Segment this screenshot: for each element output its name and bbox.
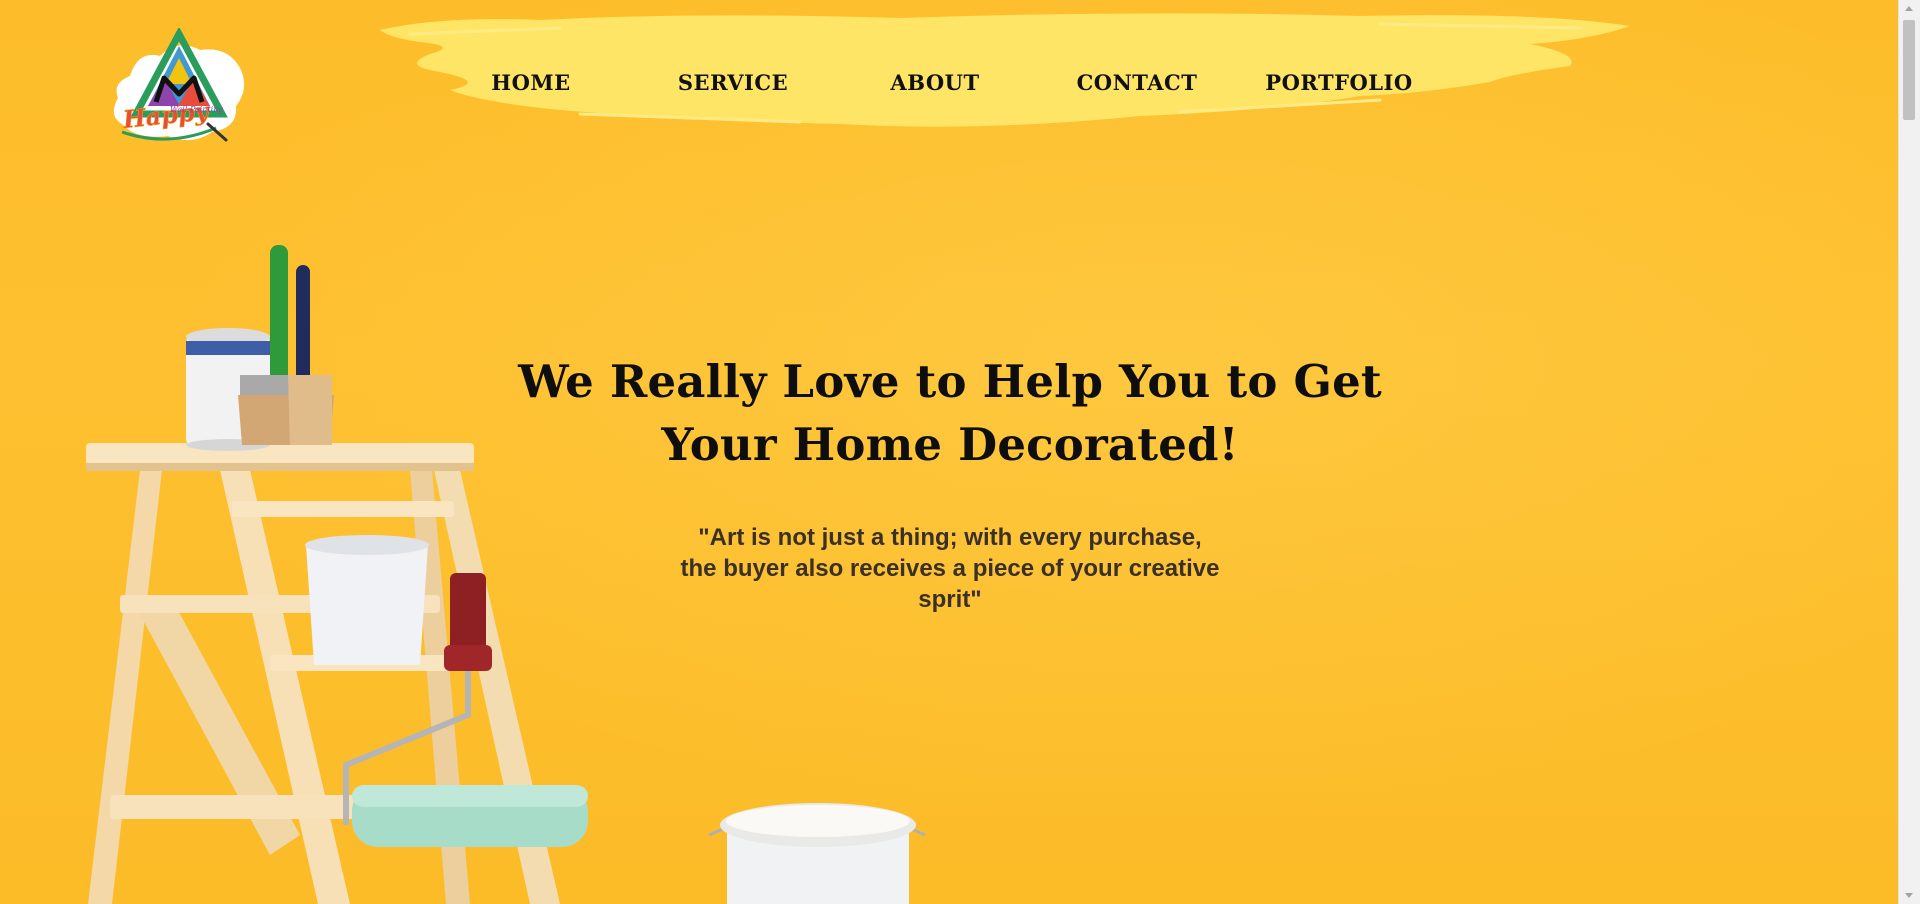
scrollbar-thumb[interactable] bbox=[1903, 20, 1915, 120]
hero-section: We Really Love to Help You to Get Your H… bbox=[500, 350, 1400, 615]
vertical-scrollbar[interactable] bbox=[1898, 0, 1920, 904]
scroll-up-icon[interactable] bbox=[1905, 6, 1913, 11]
hero-quote-line2: the buyer also receives a piece of your … bbox=[680, 555, 1220, 582]
nav-item-service[interactable]: SERVICE bbox=[632, 70, 834, 100]
hero-title-line1: We Really Love to Help You to Get bbox=[518, 355, 1382, 408]
hero-quote-line1: "Art is not just a thing; with every pur… bbox=[698, 524, 1202, 551]
nav-item-contact[interactable]: CONTACT bbox=[1036, 70, 1238, 100]
logo-subtext: Wall Painting bbox=[170, 105, 224, 114]
nav-item-portfolio[interactable]: PORTFOLIO bbox=[1238, 70, 1440, 100]
main-nav: HOME SERVICE ABOUT CONTACT PORTFOLIO bbox=[430, 70, 1440, 100]
nav-item-home[interactable]: HOME bbox=[430, 70, 632, 100]
hero-quote-line3: sprit" bbox=[918, 586, 982, 613]
hero-title-line2: Your Home Decorated! bbox=[661, 418, 1239, 471]
nav-item-about[interactable]: ABOUT bbox=[834, 70, 1036, 100]
hero-quote: "Art is not just a thing; with every pur… bbox=[660, 522, 1240, 615]
scroll-down-icon[interactable] bbox=[1905, 893, 1913, 898]
page-viewport: Happy Wall Painting HOME SERVICE ABOUT C… bbox=[0, 0, 1920, 904]
hero-title: We Really Love to Help You to Get Your H… bbox=[500, 350, 1400, 476]
paint-bucket-illustration bbox=[708, 803, 926, 904]
site-logo[interactable]: Happy Wall Painting bbox=[108, 28, 250, 146]
